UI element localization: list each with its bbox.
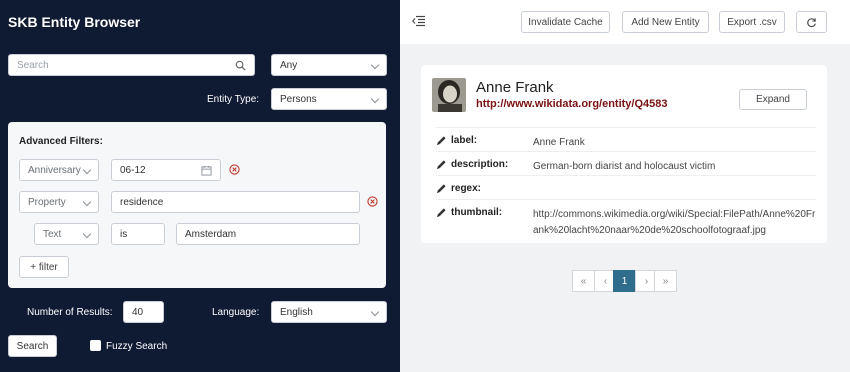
toolbar: Invalidate Cache Add New Entity Export .… xyxy=(400,0,850,44)
language-select[interactable]: English xyxy=(271,301,387,323)
advanced-filters-title: Advanced Filters: xyxy=(19,136,103,147)
remove-filter-icon-1[interactable] xyxy=(229,164,240,175)
entity-thumbnail xyxy=(432,78,466,112)
entity-url-link[interactable]: http://www.wikidata.org/entity/Q4583 xyxy=(476,98,668,110)
app-title: SKB Entity Browser xyxy=(8,14,141,30)
pencil-icon[interactable] xyxy=(436,159,447,170)
field-value: http://commons.wikimedia.org/wiki/Specia… xyxy=(533,209,816,236)
entity-type-value: Persons xyxy=(280,93,317,105)
date-input[interactable]: 06-12 xyxy=(111,159,221,181)
invalidate-cache-button[interactable]: Invalidate Cache xyxy=(521,11,610,33)
filter-type-select-1[interactable]: Anniversary xyxy=(19,159,99,181)
filter-type-value-2: Property xyxy=(28,196,66,208)
pencil-icon[interactable] xyxy=(436,207,447,218)
entity-name: Anne Frank xyxy=(476,79,554,96)
entity-type-select[interactable]: Persons xyxy=(271,88,387,110)
pencil-icon[interactable] xyxy=(436,135,447,146)
expand-button[interactable]: Expand xyxy=(739,89,807,110)
fuzzy-search-checkbox[interactable] xyxy=(90,340,101,351)
search-placeholder: Search xyxy=(17,59,49,71)
language-value: English xyxy=(280,306,313,318)
field-value: Anne Frank xyxy=(533,137,585,148)
value-kind-select[interactable]: Text xyxy=(34,223,99,245)
sidebar: SKB Entity Browser Search Any Entity Typ… xyxy=(0,0,400,372)
property-input[interactable]: residence xyxy=(111,191,360,213)
export-csv-button[interactable]: Export .csv xyxy=(719,11,785,33)
results-count-value: 40 xyxy=(132,306,144,318)
field-key: label: xyxy=(451,135,478,146)
field-key: regex: xyxy=(451,183,482,194)
value-kind-value: Text xyxy=(43,228,62,240)
add-entity-button[interactable]: Add New Entity xyxy=(622,11,709,33)
field-row: description: German-born diarist and hol… xyxy=(436,151,816,175)
advanced-filters-panel: Advanced Filters: Anniversary 06-12 Prop… xyxy=(8,122,386,288)
filter-type-value-1: Anniversary xyxy=(28,164,81,176)
filter-type-select-2[interactable]: Property xyxy=(19,191,99,213)
pagination-last-button[interactable]: » xyxy=(654,270,677,292)
entity-type-label: Entity Type: xyxy=(207,94,260,105)
operator-input[interactable]: is xyxy=(111,223,165,245)
refresh-button[interactable] xyxy=(796,11,827,33)
field-row: thumbnail: http://commons.wikimedia.org/… xyxy=(436,199,816,239)
language-label: Language: xyxy=(212,307,260,318)
results-count-input[interactable]: 40 xyxy=(123,301,164,323)
remove-filter-icon-2[interactable] xyxy=(367,196,378,207)
search-icon xyxy=(235,60,246,71)
search-input[interactable]: Search xyxy=(8,54,255,76)
field-row: label: Anne Frank xyxy=(436,127,816,151)
field-key: description: xyxy=(451,159,509,170)
field-row: regex: xyxy=(436,175,816,199)
search-scope-select[interactable]: Any xyxy=(271,54,387,76)
search-button[interactable]: Search xyxy=(8,335,57,357)
entity-card: Anne Frank http://www.wikidata.org/entit… xyxy=(421,65,827,243)
field-key: thumbnail: xyxy=(451,207,503,218)
value-input[interactable]: Amsterdam xyxy=(176,223,360,245)
calendar-icon[interactable] xyxy=(201,165,212,176)
results-count-label: Number of Results: xyxy=(27,307,113,318)
value-text: Amsterdam xyxy=(185,228,237,240)
operator-value: is xyxy=(120,228,128,240)
field-value: German-born diarist and holocaust victim xyxy=(533,161,716,172)
search-scope-value: Any xyxy=(280,59,298,71)
pencil-icon[interactable] xyxy=(436,183,447,194)
content-area: Invalidate Cache Add New Entity Export .… xyxy=(400,0,850,372)
add-filter-button[interactable]: + filter xyxy=(19,256,69,278)
date-value: 06-12 xyxy=(120,164,146,176)
menu-collapse-icon[interactable] xyxy=(412,15,425,27)
pagination-page-1[interactable]: 1 xyxy=(613,270,636,292)
fuzzy-search-label: Fuzzy Search xyxy=(106,341,168,352)
refresh-icon xyxy=(807,17,816,27)
pagination-first-button[interactable]: « xyxy=(572,270,595,292)
property-value: residence xyxy=(120,196,164,208)
